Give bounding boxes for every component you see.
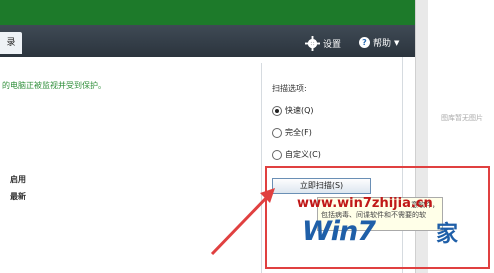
help-icon: ?	[359, 37, 370, 48]
protection-status-text: 的电脑正被监视并受到保护。	[2, 81, 106, 90]
radio-icon[interactable]	[272, 127, 282, 138]
radio-selected-icon[interactable]	[272, 105, 282, 116]
realtime-protection-value: 启用	[10, 175, 26, 184]
radio-icon[interactable]	[272, 149, 282, 160]
scan-option-custom[interactable]: 自定义(C)	[272, 149, 321, 160]
watermark-logo-suffix: 家	[436, 222, 459, 247]
watermark-url: www.win7zhijia.cn	[297, 196, 433, 211]
scan-option-label: 自定义(C)	[285, 150, 321, 159]
gear-icon	[305, 36, 320, 51]
scan-option-label: 快速(Q)	[285, 106, 314, 115]
tab-history[interactable]: 录	[0, 32, 22, 54]
definitions-status-value: 最新	[10, 192, 26, 201]
scan-option-quick[interactable]: 快速(Q)	[272, 105, 314, 116]
help-button[interactable]: ? 帮助 ▼	[359, 36, 399, 49]
scan-options-title: 扫描选项:	[272, 84, 307, 93]
settings-label: 设置	[323, 40, 342, 50]
app-top-banner	[0, 0, 415, 25]
scan-option-label: 完全(F)	[285, 128, 312, 137]
settings-button[interactable]: 设置	[305, 36, 341, 51]
side-placeholder-text: 图库暂无图片	[441, 114, 483, 122]
watermark-logo-text: Win7	[302, 216, 376, 247]
scan-option-full[interactable]: 完全(F)	[272, 127, 312, 138]
help-label: 帮助	[373, 39, 392, 49]
toolbar	[0, 25, 415, 57]
chevron-down-icon: ▼	[394, 38, 400, 47]
